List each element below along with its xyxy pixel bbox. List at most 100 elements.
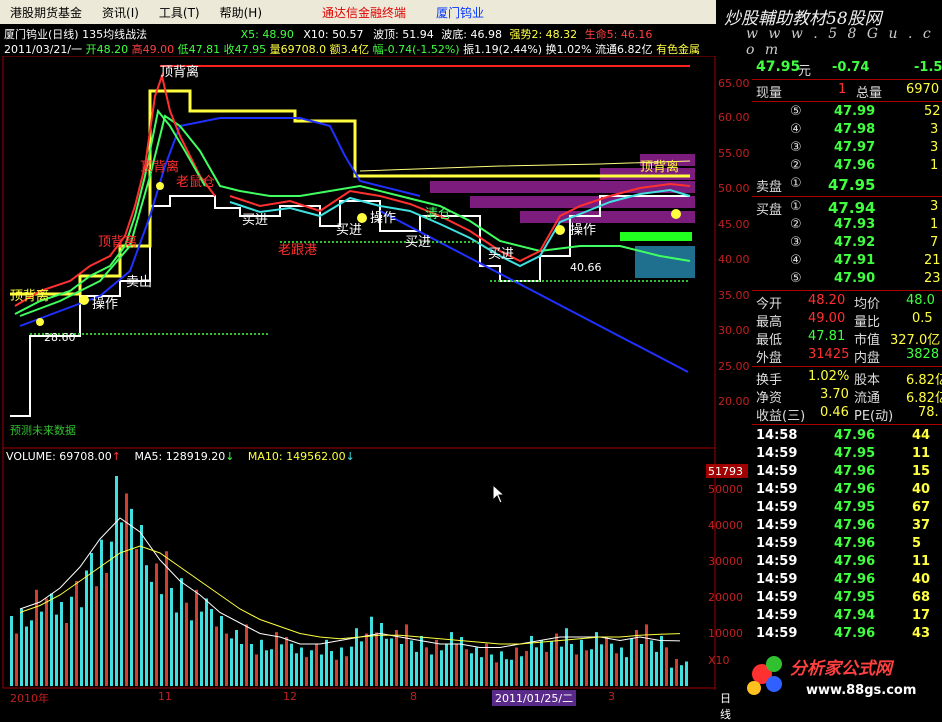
mouse-cursor-icon bbox=[492, 484, 506, 504]
bid-row[interactable]: ② 47.93 1 bbox=[752, 217, 942, 235]
ask-price: 47.98 bbox=[834, 122, 876, 137]
buy-label: 买进 bbox=[242, 213, 268, 228]
volume-bar bbox=[310, 650, 313, 686]
tick-time: 14:59 bbox=[756, 608, 798, 623]
stat-row: 净资 3.70 流通 6.82亿 bbox=[752, 387, 942, 406]
price-tick: 55.00 bbox=[718, 147, 750, 160]
stat-value: 3828 bbox=[906, 347, 940, 362]
volume-bar bbox=[20, 609, 23, 686]
bid-price: 47.94 bbox=[828, 199, 876, 217]
price-tick: 20.00 bbox=[718, 395, 750, 408]
low-value: 低47.81 bbox=[177, 43, 221, 55]
tick-price: 47.96 bbox=[834, 536, 876, 551]
volume-bar bbox=[220, 616, 223, 686]
tick-volume: 11 bbox=[912, 554, 931, 569]
volume-bar bbox=[210, 609, 213, 686]
ask-row[interactable]: ③ 47.97 3 bbox=[752, 140, 942, 158]
volume-bar bbox=[470, 653, 473, 686]
menu-item-tools[interactable]: 工具(T) bbox=[149, 4, 210, 21]
tick-volume: 15 bbox=[912, 464, 931, 479]
volume-bar bbox=[45, 598, 48, 686]
volume-bar bbox=[290, 643, 293, 686]
peak-label: 顶背离 bbox=[640, 159, 679, 175]
volume-bar bbox=[360, 641, 363, 686]
menu-bar: 港股期货基金 资讯(I) 工具(T) 帮助(H) 通达信金融终端 厦门钨业 bbox=[0, 0, 716, 24]
vol-tick: 30000 bbox=[708, 555, 743, 568]
volume-bar bbox=[535, 647, 538, 686]
bid-row-best[interactable]: 买盘 ① 47.94 3 bbox=[752, 199, 942, 218]
volume-bar bbox=[200, 611, 203, 686]
volume-bar bbox=[320, 654, 323, 686]
change-value: 幅-0.74(-1.52%) bbox=[372, 43, 460, 55]
ask-level: ① bbox=[790, 176, 802, 191]
volume-bar bbox=[305, 657, 308, 686]
stat-label: 流通 bbox=[854, 391, 881, 406]
ad-terminal-link[interactable]: 通达信金融终端 bbox=[312, 4, 416, 21]
menu-item-help[interactable]: 帮助(H) bbox=[210, 4, 272, 21]
volume-bar bbox=[30, 620, 33, 686]
volume-bar bbox=[120, 522, 123, 686]
volume-bar bbox=[665, 647, 668, 686]
volume-bar bbox=[140, 525, 143, 686]
volume-bar bbox=[315, 644, 318, 686]
stat-value: 1.02% bbox=[808, 369, 850, 384]
quote-panel: 47.95 元 -0.74 -1.5 现量 1 总量 6970 ⑤ 47.99 52… bbox=[752, 56, 942, 704]
open-value: 开48.20 bbox=[85, 43, 129, 55]
volume-bar bbox=[385, 638, 388, 686]
tick-time: 14:58 bbox=[756, 428, 798, 443]
volume-current: VOLUME: 69708.00 bbox=[6, 450, 112, 463]
stat-value: 3.70 bbox=[820, 387, 849, 402]
bid-row[interactable]: ⑤ 47.90 23 bbox=[752, 271, 942, 289]
volume-bar bbox=[245, 624, 248, 686]
volume-bar bbox=[340, 647, 343, 686]
bid-label: 买盘 bbox=[756, 203, 783, 218]
volume-bar bbox=[405, 624, 408, 686]
amount-value: 额3.4亿 bbox=[329, 43, 370, 55]
op-label: 操作 bbox=[370, 210, 396, 226]
ask-row[interactable]: ② 47.96 1 bbox=[752, 158, 942, 176]
ask-level: ③ bbox=[790, 140, 802, 155]
ask-row[interactable]: ④ 47.98 3 bbox=[752, 122, 942, 140]
volume-bar bbox=[150, 581, 153, 686]
tick-row: 14:58 47.96 44 bbox=[752, 428, 942, 446]
kline-chart[interactable]: 65.00 60.00 55.00 50.00 45.00 40.00 35.0… bbox=[0, 56, 752, 690]
tick-row: 14:59 47.95 11 bbox=[752, 446, 942, 464]
tick-time: 14:59 bbox=[756, 482, 798, 497]
tick-price: 47.96 bbox=[834, 572, 876, 587]
menu-item-futures[interactable]: 港股期货基金 bbox=[0, 4, 92, 21]
bid-level: ① bbox=[790, 199, 802, 214]
price-tick: 35.00 bbox=[718, 289, 750, 302]
tick-time: 14:59 bbox=[756, 572, 798, 587]
menu-item-news[interactable]: 资讯(I) bbox=[92, 4, 149, 21]
ask-level: ② bbox=[790, 158, 802, 173]
bid-volume: 3 bbox=[930, 199, 939, 214]
volume-bar bbox=[685, 661, 688, 686]
volume-bar bbox=[110, 541, 113, 686]
ask-row[interactable]: ⑤ 47.99 52 bbox=[752, 104, 942, 122]
volume-bar bbox=[520, 656, 523, 686]
tick-time: 14:59 bbox=[756, 518, 798, 533]
tick-time: 14:59 bbox=[756, 536, 798, 551]
price-tick: 65.00 bbox=[718, 77, 750, 90]
close-value: 收47.95 bbox=[223, 43, 267, 55]
volume-bar bbox=[255, 654, 258, 686]
daily-tab[interactable]: 日线 bbox=[720, 690, 731, 722]
volume-bar bbox=[135, 549, 138, 686]
volume-value: 量69708.0 bbox=[269, 43, 327, 55]
volume-bar bbox=[390, 638, 393, 686]
stock-name[interactable]: 厦门钨业(日线) bbox=[4, 28, 79, 40]
ask-row-best[interactable]: 卖盘 ① 47.95 bbox=[752, 176, 942, 195]
volume-bar bbox=[585, 650, 588, 686]
price-change: -0.74 bbox=[832, 60, 870, 75]
stat-label: 收益(三) bbox=[756, 409, 806, 424]
volume-bar bbox=[490, 654, 493, 686]
bid-row[interactable]: ④ 47.91 21 bbox=[752, 253, 942, 271]
tick-row: 14:59 47.96 15 bbox=[752, 464, 942, 482]
stat-label: 换手 bbox=[756, 373, 783, 388]
ad-stock-link[interactable]: 厦门钨业 bbox=[426, 4, 494, 21]
bid-volume: 23 bbox=[924, 271, 941, 286]
volume-bar bbox=[35, 589, 38, 686]
bid-row[interactable]: ③ 47.92 7 bbox=[752, 235, 942, 253]
tick-volume: 44 bbox=[912, 428, 931, 443]
stat-value: 48.0 bbox=[906, 293, 935, 308]
